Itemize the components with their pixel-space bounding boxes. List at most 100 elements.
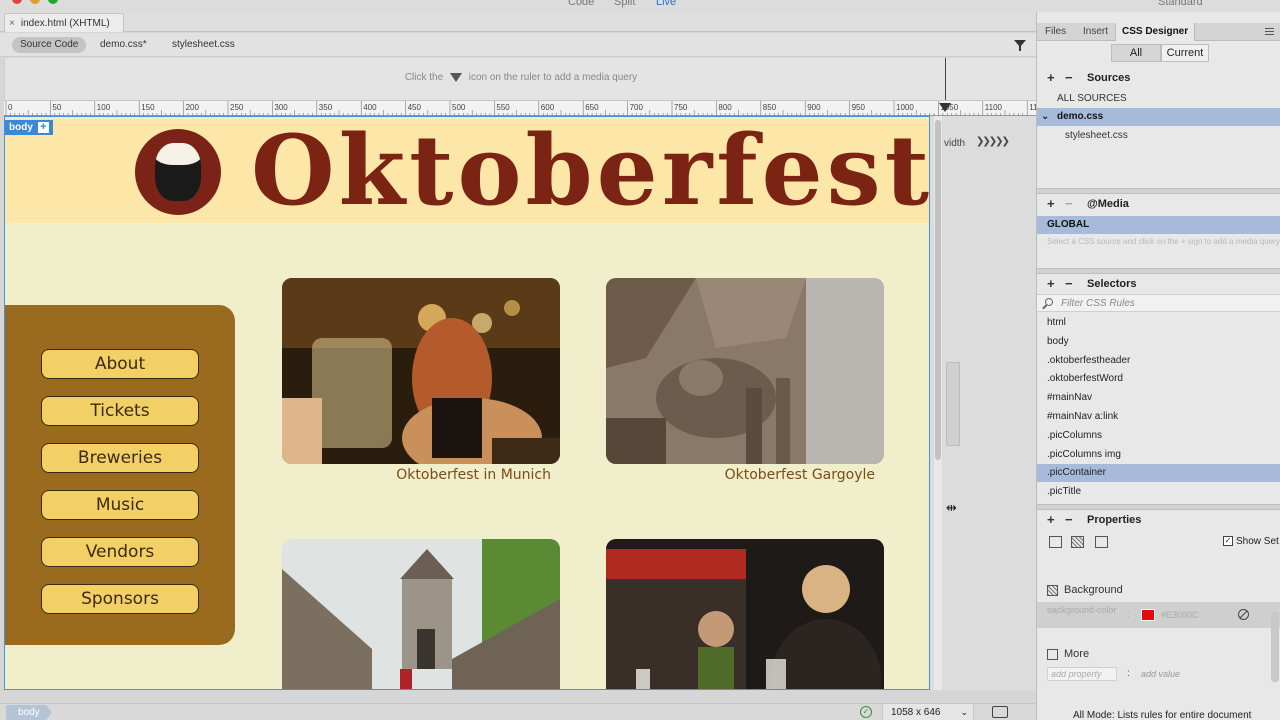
property-name: background-color bbox=[1047, 605, 1117, 615]
ruler-label: 800 bbox=[718, 103, 732, 112]
nav-music-button[interactable]: Music bbox=[41, 490, 199, 520]
nav-tickets-button[interactable]: Tickets bbox=[41, 396, 199, 426]
related-file-stylesheet-css[interactable]: stylesheet.css bbox=[164, 37, 243, 53]
window-size-select[interactable]: 1058 x 646 ⌄ bbox=[882, 704, 974, 720]
tab-css-designer[interactable]: CSS Designer bbox=[1115, 23, 1196, 41]
related-file-demo-css[interactable]: demo.css* bbox=[92, 37, 155, 53]
nav-about-button[interactable]: About bbox=[41, 349, 199, 379]
layout-category-icon[interactable] bbox=[1049, 536, 1062, 548]
more-category-icon[interactable] bbox=[1095, 536, 1108, 548]
media-query-marker-icon bbox=[449, 72, 462, 82]
source-demo-css[interactable]: ⌄ demo.css bbox=[1037, 108, 1280, 126]
ruler-label: 11 bbox=[1029, 103, 1036, 112]
canvas-vertical-scrollbar[interactable] bbox=[934, 116, 942, 690]
panel-mode-hint: All Mode: Lists rules for entire documen… bbox=[1073, 710, 1252, 720]
page-body[interactable]: Oktoberfest body + About Tickets Breweri… bbox=[4, 116, 930, 690]
oktoberfest-header[interactable]: Oktoberfest bbox=[5, 119, 929, 223]
ruler-label: 650 bbox=[585, 103, 599, 112]
selector-item[interactable]: html bbox=[1037, 314, 1280, 332]
nav-vendors-button[interactable]: Vendors bbox=[41, 537, 199, 567]
add-value-input[interactable]: add value bbox=[1141, 669, 1180, 679]
document-tab-bar: × index.html (XHTML) bbox=[0, 12, 1036, 32]
selector-item[interactable]: .picColumns img bbox=[1037, 446, 1280, 464]
minimize-window-icon[interactable] bbox=[30, 0, 40, 4]
document-tab[interactable]: × index.html (XHTML) bbox=[4, 13, 124, 32]
photo-beer-tent bbox=[606, 539, 884, 689]
color-swatch[interactable] bbox=[1141, 609, 1155, 621]
remove-selector-button[interactable]: − bbox=[1065, 274, 1073, 294]
maximize-window-icon[interactable] bbox=[48, 0, 58, 4]
media-global[interactable]: GLOBAL bbox=[1037, 216, 1280, 234]
beer-mug-logo-icon bbox=[135, 129, 221, 215]
code-view-button[interactable]: Code bbox=[568, 0, 594, 8]
preview-in-browser-icon[interactable] bbox=[992, 706, 1008, 718]
selector-item[interactable]: .picColumns bbox=[1037, 427, 1280, 445]
ruler-label: 750 bbox=[674, 103, 688, 112]
selector-item[interactable]: #mainNav a:link bbox=[1037, 408, 1280, 426]
add-class-plus-icon[interactable]: + bbox=[37, 122, 49, 133]
remove-source-button[interactable]: − bbox=[1065, 68, 1073, 88]
resize-cursor-icon: ⇹ bbox=[946, 500, 957, 515]
related-file-source-code[interactable]: Source Code bbox=[12, 37, 87, 53]
filter-related-files-icon[interactable] bbox=[1014, 40, 1026, 51]
tag-selector-body[interactable]: body bbox=[6, 705, 52, 720]
disable-property-icon[interactable] bbox=[1238, 609, 1249, 620]
element-selector-badge[interactable]: body + bbox=[5, 120, 53, 135]
segment-all[interactable]: All bbox=[1111, 44, 1161, 62]
canvas-scroll-thumb[interactable] bbox=[935, 120, 941, 460]
width-indicator-label: vidth bbox=[944, 138, 966, 149]
nav-breweries-button[interactable]: Breweries bbox=[41, 443, 199, 473]
panel-menu-icon[interactable] bbox=[1265, 28, 1274, 35]
selector-item[interactable]: #mainNav bbox=[1037, 389, 1280, 407]
expand-icon[interactable]: ⌄ bbox=[1041, 108, 1049, 126]
ruler-label: 1000 bbox=[896, 103, 914, 112]
selector-item[interactable]: .oktoberfestheader bbox=[1037, 352, 1280, 370]
close-tab-icon[interactable]: × bbox=[9, 18, 15, 29]
background-color-property-row[interactable]: background-color : #E3090C bbox=[1037, 602, 1280, 628]
split-view-button[interactable]: Split bbox=[614, 0, 635, 8]
show-set-checkbox[interactable]: ✓ Show Set bbox=[1223, 536, 1279, 547]
search-icon bbox=[1045, 298, 1053, 306]
ruler-label: 600 bbox=[541, 103, 555, 112]
nav-sponsors-button[interactable]: Sponsors bbox=[41, 584, 199, 614]
add-property-button[interactable]: + bbox=[1047, 510, 1055, 530]
source-all-sources[interactable]: ALL SOURCES bbox=[1037, 90, 1280, 108]
add-media-button[interactable]: + bbox=[1047, 194, 1055, 214]
horizontal-ruler[interactable]: 0 50 100 150 200 250 300 350 400 450 500 550 600 650 7… bbox=[4, 100, 1036, 116]
media-query-bar[interactable]: Click the icon on the ruler to add a med… bbox=[4, 58, 1036, 100]
photo-old-street bbox=[282, 539, 560, 689]
no-errors-check-icon[interactable]: ✓ bbox=[860, 706, 872, 718]
add-property-input[interactable]: add property bbox=[1047, 667, 1117, 681]
live-view-button[interactable]: Live bbox=[656, 0, 676, 8]
tab-insert[interactable]: Insert bbox=[1077, 23, 1114, 41]
remove-property-button[interactable]: − bbox=[1065, 510, 1073, 530]
source-stylesheet-css[interactable]: stylesheet.css bbox=[1037, 127, 1280, 145]
ruler-label: 0 bbox=[8, 103, 13, 112]
canvas-resize-handle[interactable] bbox=[946, 362, 960, 446]
background-category-icon[interactable] bbox=[1071, 536, 1084, 548]
caption-gargoyle: Oktoberfest Gargoyle bbox=[724, 467, 875, 483]
tab-files[interactable]: Files bbox=[1039, 23, 1072, 41]
panel-scrollbar[interactable] bbox=[1271, 612, 1279, 682]
workspace-switcher[interactable]: Standard bbox=[1158, 0, 1203, 8]
ruler-label: 400 bbox=[363, 103, 377, 112]
caption-munich: Oktoberfest in Munich bbox=[396, 467, 551, 483]
selector-item[interactable]: .oktoberfestWord bbox=[1037, 370, 1280, 388]
selector-item[interactable]: .picContainer bbox=[1037, 464, 1280, 483]
selector-item[interactable]: body bbox=[1037, 333, 1280, 351]
remove-media-button[interactable]: − bbox=[1065, 194, 1073, 214]
ruler-label: 100 bbox=[97, 103, 111, 112]
ruler-width-marker-icon[interactable] bbox=[939, 103, 951, 112]
segment-current[interactable]: Current bbox=[1161, 44, 1209, 62]
width-chevrons-icon: ❯❯❯❯❯ bbox=[976, 136, 1010, 147]
close-window-icon[interactable] bbox=[12, 0, 22, 4]
add-selector-button[interactable]: + bbox=[1047, 274, 1055, 294]
panel-tab-bar: Files Insert CSS Designer bbox=[1037, 23, 1280, 41]
add-source-button[interactable]: + bbox=[1047, 68, 1055, 88]
ruler-label: 500 bbox=[452, 103, 466, 112]
live-view-canvas[interactable]: Oktoberfest body + About Tickets Breweri… bbox=[4, 116, 1036, 690]
photo-beer-stein bbox=[282, 278, 560, 464]
property-value[interactable]: #E3090C bbox=[1161, 610, 1199, 620]
filter-css-rules-input[interactable]: Filter CSS Rules bbox=[1037, 294, 1280, 312]
selector-item[interactable]: .picTitle bbox=[1037, 483, 1280, 501]
